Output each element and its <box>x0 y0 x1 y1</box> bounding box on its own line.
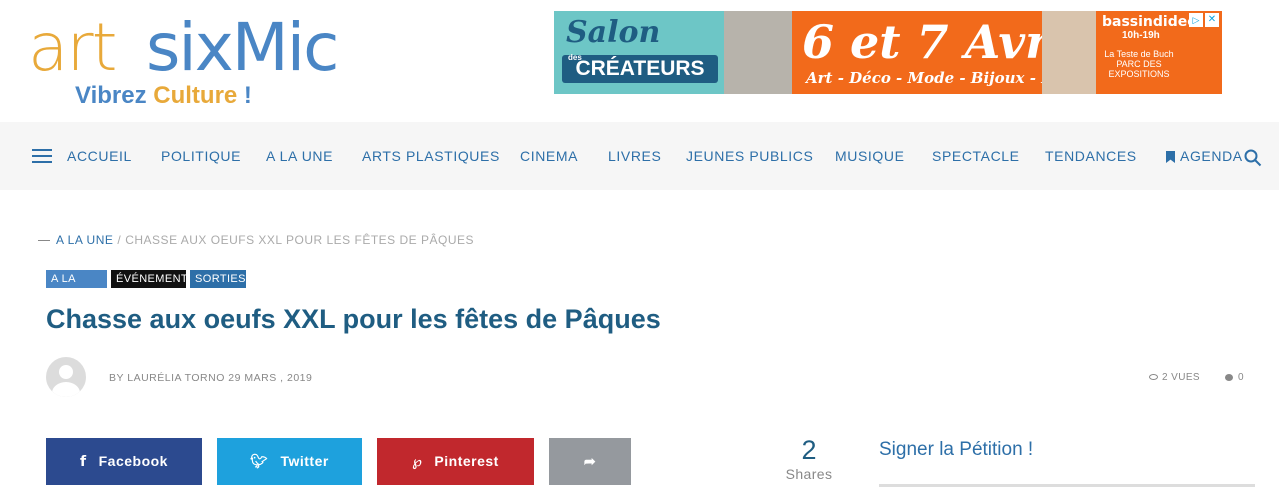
pinterest-share-button[interactable]: ℘ Pinterest <box>377 438 534 485</box>
category-tag-a-la-une[interactable]: A LA UNE <box>46 270 107 303</box>
nav-item-jeunes-publics[interactable]: JEUNES PUBLICS <box>686 148 813 164</box>
nav-item-arts-plastiques[interactable]: ARTS PLASTIQUES <box>362 148 500 164</box>
category-tag-evenement[interactable]: ÉVÉNEMENT <box>111 270 188 288</box>
views-count: 2 VUES <box>1149 372 1200 383</box>
site-logo[interactable]: art sixMic Vibrez Culture ! <box>28 8 388 112</box>
tagline-part-b: Culture <box>153 82 238 109</box>
facebook-label: Facebook <box>98 453 168 469</box>
main-nav: ACCUEIL POLITIQUE A LA UNE ARTS PLASTIQU… <box>0 122 1279 190</box>
twitter-icon: 🐦︎ <box>250 454 269 470</box>
facebook-share-button[interactable]: f Facebook <box>46 438 202 485</box>
close-icon[interactable]: ✕ <box>1205 13 1219 27</box>
nav-item-livres[interactable]: LIVRES <box>608 148 661 164</box>
search-icon[interactable] <box>1244 149 1262 167</box>
banner-des: des <box>568 53 582 62</box>
banner-salon: Salon <box>566 15 661 50</box>
ad-banner[interactable]: Salon CRÉATEURS des 6 et 7 Avril Art - D… <box>554 11 1222 94</box>
banner-lamp-image <box>724 11 792 94</box>
breadcrumb-dash <box>38 240 50 242</box>
banner-site: bassindideel <box>1102 14 1202 30</box>
comments-label: 0 <box>1238 372 1244 383</box>
twitter-label: Twitter <box>280 453 329 469</box>
breadcrumb-parent[interactable]: A LA UNE <box>56 233 113 247</box>
nav-item-cinema[interactable]: CINEMA <box>520 148 578 164</box>
adchoices-icon[interactable]: ▷ <box>1189 13 1203 27</box>
petition-divider <box>879 484 1255 487</box>
logo-art-text: art <box>28 9 117 86</box>
pinterest-icon: ℘ <box>412 454 423 470</box>
share-arrow-icon: ➦ <box>583 453 597 469</box>
nav-item-a-la-une[interactable]: A LA UNE <box>266 148 333 164</box>
bookmark-icon <box>1166 151 1175 163</box>
shares-count: 2 <box>801 435 817 465</box>
article-byline: BY LAURÉLIA TORNO 29 MARS , 2019 <box>109 372 313 384</box>
twitter-share-button[interactable]: 🐦︎ Twitter <box>217 438 362 485</box>
facebook-icon: f <box>80 454 87 470</box>
breadcrumb-separator: / <box>117 233 122 247</box>
banner-dress-image <box>1042 11 1096 94</box>
nav-item-spectacle[interactable]: SPECTACLE <box>932 148 1020 164</box>
petition-link[interactable]: Signer la Pétition ! <box>879 439 1033 461</box>
views-label: 2 VUES <box>1162 372 1200 383</box>
nav-item-tendances[interactable]: TENDANCES <box>1045 148 1137 164</box>
menu-icon[interactable] <box>32 149 52 163</box>
breadcrumb-current: CHASSE AUX OEUFS XXL POUR LES FÊTES DE P… <box>125 233 475 247</box>
category-tag-sorties[interactable]: SORTIES <box>190 270 246 288</box>
avatar[interactable] <box>46 357 86 397</box>
nav-item-musique[interactable]: MUSIQUE <box>835 148 905 164</box>
pinterest-label: Pinterest <box>434 453 499 469</box>
more-share-button[interactable]: ➦ <box>549 438 631 485</box>
shares-label: Shares <box>785 466 833 482</box>
nav-item-accueil[interactable]: ACCUEIL <box>67 148 132 164</box>
banner-createurs: CRÉATEURS <box>562 55 718 83</box>
comment-icon <box>1225 373 1233 381</box>
breadcrumb: A LA UNE / CHASSE AUX OEUFS XXL POUR LES F… <box>38 233 474 247</box>
tagline-part-a: Vibrez <box>75 82 154 109</box>
banner-hours: 10h-19h <box>1122 30 1160 41</box>
nav-item-politique[interactable]: POLITIQUE <box>161 148 241 164</box>
tagline-part-c: ! <box>237 82 252 109</box>
logo-sixmic-text: sixMic <box>146 9 339 86</box>
article-title: Chasse aux oeufs XXL pour les fêtes de P… <box>46 304 661 334</box>
nav-item-agenda[interactable]: AGENDA <box>1180 148 1243 164</box>
banner-location: La Teste de Buch PARC DES EXPOSITIONS <box>1104 49 1174 79</box>
logo-tagline: Vibrez Culture ! <box>75 82 252 110</box>
eye-icon <box>1149 374 1158 381</box>
comments-count[interactable]: 0 <box>1225 372 1244 383</box>
